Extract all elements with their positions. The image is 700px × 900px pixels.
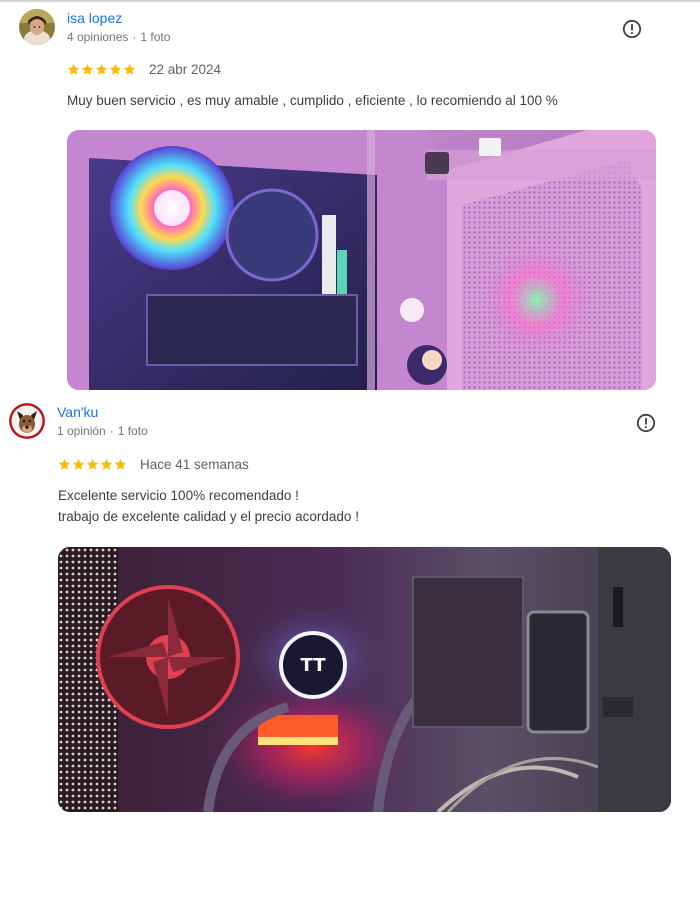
star-icon [123, 63, 136, 75]
dog-avatar-icon [9, 403, 45, 439]
photos-count: 1 foto [140, 30, 171, 44]
review-date: Hace 41 semanas [140, 457, 249, 472]
star-icon [58, 458, 71, 470]
star-rating [58, 458, 127, 471]
reviews-count: 4 opiniones [67, 30, 129, 44]
svg-text:TT: TT [301, 655, 327, 676]
avatar-photo-icon [19, 9, 55, 45]
star-icon [95, 63, 108, 75]
avatar[interactable] [19, 9, 55, 45]
report-icon[interactable] [636, 413, 656, 433]
reviews-count: 1 opinión [57, 424, 106, 438]
review-text: Muy buen servicio , es muy amable , cump… [67, 90, 558, 111]
star-rating [67, 63, 136, 76]
rating-row: 22 abr 2024 [67, 62, 221, 77]
review-text-line: trabajo de excelente calidad y el precio… [58, 509, 359, 524]
review-card: Van'ku 1 opinión · 1 foto Hace 41 semanas … [0, 395, 700, 820]
review-card: isa lopez 4 opiniones · 1 foto 22 abr 2024… [0, 0, 700, 395]
pink-pc-case-photo-icon [67, 130, 656, 390]
author-name[interactable]: Van'ku [57, 404, 98, 420]
star-icon [67, 63, 80, 75]
review-text-line: Excelente servicio 100% recomendado ! [58, 488, 299, 503]
star-icon [100, 458, 113, 470]
meta-separator: · [109, 424, 114, 438]
author-meta: 1 opinión · 1 foto [57, 424, 148, 438]
meta-separator: · [132, 30, 137, 44]
avatar[interactable] [9, 403, 45, 439]
author-meta: 4 opiniones · 1 foto [67, 30, 170, 44]
rating-row: Hace 41 semanas [58, 457, 249, 472]
pc-interior-rgb-photo-icon: TT [58, 547, 671, 812]
star-icon [86, 458, 99, 470]
author-name[interactable]: isa lopez [67, 10, 122, 26]
star-icon [114, 458, 127, 470]
review-text-line: Muy buen servicio , es muy amable , cump… [67, 93, 558, 108]
review-text: Excelente servicio 100% recomendado ! tr… [58, 485, 359, 527]
review-date: 22 abr 2024 [149, 62, 222, 77]
report-icon[interactable] [622, 19, 642, 39]
star-icon [72, 458, 85, 470]
review-photo[interactable] [67, 130, 656, 390]
star-icon [81, 63, 94, 75]
star-icon [109, 63, 122, 75]
photos-count: 1 foto [117, 424, 148, 438]
review-photo[interactable]: TT [58, 547, 671, 812]
